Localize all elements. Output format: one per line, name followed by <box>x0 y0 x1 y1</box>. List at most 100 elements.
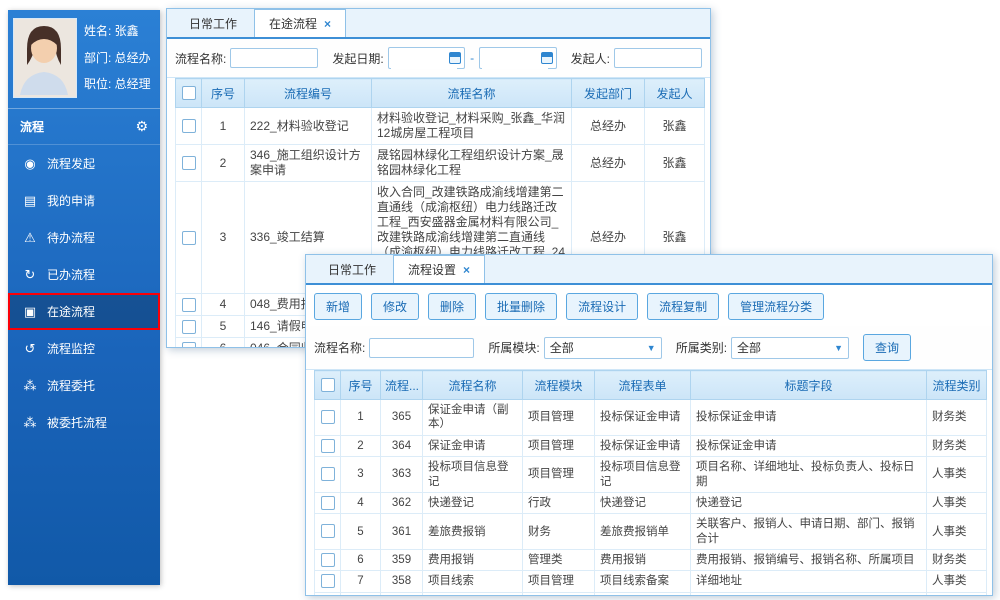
column-header[interactable]: 序号 <box>202 79 245 108</box>
checkbox[interactable] <box>321 378 335 392</box>
toolbar-button-0[interactable]: 新增 <box>314 293 362 320</box>
checkbox[interactable] <box>321 410 335 424</box>
table-row[interactable]: 8357测试费用报销财务费用报销费用报销、报销编号、报销名称、本次报销金额财务类 <box>315 592 987 596</box>
checkbox[interactable] <box>321 524 335 538</box>
column-header[interactable]: 序号 <box>341 371 381 400</box>
sidebar-item-label: 我的申请 <box>47 192 95 209</box>
calendar-icon[interactable] <box>449 52 461 64</box>
start-date-from-field <box>388 47 465 69</box>
cell-name: 保证金申请 <box>423 435 523 456</box>
cell-no: 4 <box>202 294 245 316</box>
checkbox[interactable] <box>321 439 335 453</box>
tab-0[interactable]: 日常工作 <box>314 255 390 283</box>
table-row[interactable]: 1222_材料验收登记材料验收登记_材料采购_张鑫_华润12城房屋工程项目总经办… <box>176 108 705 145</box>
checkbox[interactable] <box>182 86 196 100</box>
toolbar-button-6[interactable]: 管理流程分类 <box>728 293 824 320</box>
checkbox[interactable] <box>321 553 335 567</box>
sidebar-item-2[interactable]: ⚠待办流程 <box>8 219 160 256</box>
cell-form: 差旅费报销单 <box>595 514 691 550</box>
column-header[interactable]: 流程表单 <box>595 371 691 400</box>
column-header[interactable]: 发起部门 <box>572 79 645 108</box>
cell-category: 财务类 <box>927 400 987 436</box>
table-row[interactable]: 2346_施工组织设计方案申请晟铭园林绿化工程组织设计方案_晟铭园林绿化工程总经… <box>176 145 705 182</box>
cell-no: 6 <box>202 338 245 349</box>
calendar-icon[interactable] <box>541 52 553 64</box>
row-checkbox-cell <box>315 550 341 571</box>
process-name-input[interactable] <box>369 338 474 358</box>
cell-no: 5 <box>202 316 245 338</box>
sidebar-item-0[interactable]: ◉流程发起 <box>8 145 160 182</box>
column-header[interactable]: 流程... <box>381 371 423 400</box>
monitor-icon: ↺ <box>22 341 38 357</box>
cell-code: 361 <box>381 514 423 550</box>
cell-category: 人事类 <box>927 457 987 493</box>
profile-position: 职位: 总经理 <box>84 77 151 91</box>
table-row[interactable]: 6359费用报销管理类费用报销费用报销、报销编号、报销名称、所属项目财务类 <box>315 550 987 571</box>
row-checkbox-cell <box>315 400 341 436</box>
row-checkbox-cell <box>176 182 202 294</box>
sidebar-item-4[interactable]: ▣在途流程 <box>8 293 160 330</box>
table-row[interactable]: 7358项目线索项目管理项目线索备案详细地址人事类 <box>315 571 987 592</box>
cell-person: 张鑫 <box>645 145 705 182</box>
column-header[interactable]: 发起人 <box>645 79 705 108</box>
close-icon[interactable]: × <box>463 263 470 277</box>
sidebar-item-5[interactable]: ↺流程监控 <box>8 330 160 367</box>
sidebar-item-7[interactable]: ⁂被委托流程 <box>8 404 160 441</box>
checkbox[interactable] <box>182 298 196 312</box>
tab-0[interactable]: 日常工作 <box>175 9 251 37</box>
process-name-input[interactable] <box>230 48 318 68</box>
column-header[interactable]: 流程名称 <box>372 79 572 108</box>
table-row[interactable]: 3363投标项目信息登记项目管理投标项目信息登记项目名称、详细地址、投标负责人、… <box>315 457 987 493</box>
start-date-to-input[interactable] <box>482 49 548 69</box>
category-select[interactable]: 全部 ▼ <box>731 337 849 359</box>
initiator-label: 发起人: <box>571 50 610 67</box>
checkbox[interactable] <box>182 119 196 133</box>
toolbar-button-2[interactable]: 删除 <box>428 293 476 320</box>
checkbox[interactable] <box>321 574 335 588</box>
row-checkbox-cell <box>176 108 202 145</box>
column-header[interactable]: 流程模块 <box>523 371 595 400</box>
toolbar-button-5[interactable]: 流程复制 <box>647 293 719 320</box>
toolbar-button-3[interactable]: 批量删除 <box>485 293 557 320</box>
column-header[interactable]: 流程名称 <box>423 371 523 400</box>
cell-no: 7 <box>341 571 381 592</box>
sidebar-item-6[interactable]: ⁂流程委托 <box>8 367 160 404</box>
chevron-down-icon: ▼ <box>647 343 656 353</box>
row-checkbox-cell <box>176 145 202 182</box>
toolbar-button-1[interactable]: 修改 <box>371 293 419 320</box>
column-header[interactable]: 标题字段 <box>691 371 927 400</box>
checkbox[interactable] <box>182 156 196 170</box>
sidebar-item-3[interactable]: ↻已办流程 <box>8 256 160 293</box>
table-row[interactable]: 5361差旅费报销财务差旅费报销单关联客户、报销人、申请日期、部门、报销合计人事… <box>315 514 987 550</box>
column-header[interactable]: 流程编号 <box>245 79 372 108</box>
tab-1[interactable]: 流程设置× <box>393 255 485 283</box>
profile-info: 姓名: 张鑫 部门: 总经办 职位: 总经理 <box>84 18 151 98</box>
sidebar-item-1[interactable]: ▤我的申请 <box>8 182 160 219</box>
checkbox[interactable] <box>182 320 196 334</box>
sidebar-item-label: 被委托流程 <box>47 414 107 431</box>
table-row[interactable]: 1365保证金申请（副本）项目管理投标保证金申请投标保证金申请财务类 <box>315 400 987 436</box>
start-date-from-input[interactable] <box>391 49 457 69</box>
checkbox[interactable] <box>182 342 196 348</box>
close-icon[interactable]: × <box>324 17 331 31</box>
gear-icon[interactable]: ⚙ <box>135 118 148 135</box>
checkbox[interactable] <box>182 231 196 245</box>
cell-no: 4 <box>341 492 381 513</box>
column-header[interactable]: 流程类别 <box>927 371 987 400</box>
cell-form: 投标保证金申请 <box>595 435 691 456</box>
front-window-toolbar: 新增修改删除批量删除流程设计流程复制管理流程分类 <box>306 285 992 326</box>
row-checkbox-cell <box>176 316 202 338</box>
process-settings-table: 序号流程...流程名称流程模块流程表单标题字段流程类别1365保证金申请（副本）… <box>314 370 987 596</box>
module-select[interactable]: 全部 ▼ <box>544 337 662 359</box>
cell-category: 财务类 <box>927 550 987 571</box>
cell-name: 项目线索 <box>423 571 523 592</box>
initiator-input[interactable] <box>614 48 702 68</box>
search-button[interactable]: 查询 <box>863 334 911 361</box>
toolbar-button-4[interactable]: 流程设计 <box>566 293 638 320</box>
tab-1[interactable]: 在途流程× <box>254 9 346 37</box>
table-row[interactable]: 2364保证金申请项目管理投标保证金申请投标保证金申请财务类 <box>315 435 987 456</box>
checkbox[interactable] <box>321 496 335 510</box>
table-row[interactable]: 4362快递登记行政快递登记快递登记人事类 <box>315 492 987 513</box>
select-all-header <box>315 371 341 400</box>
checkbox[interactable] <box>321 467 335 481</box>
